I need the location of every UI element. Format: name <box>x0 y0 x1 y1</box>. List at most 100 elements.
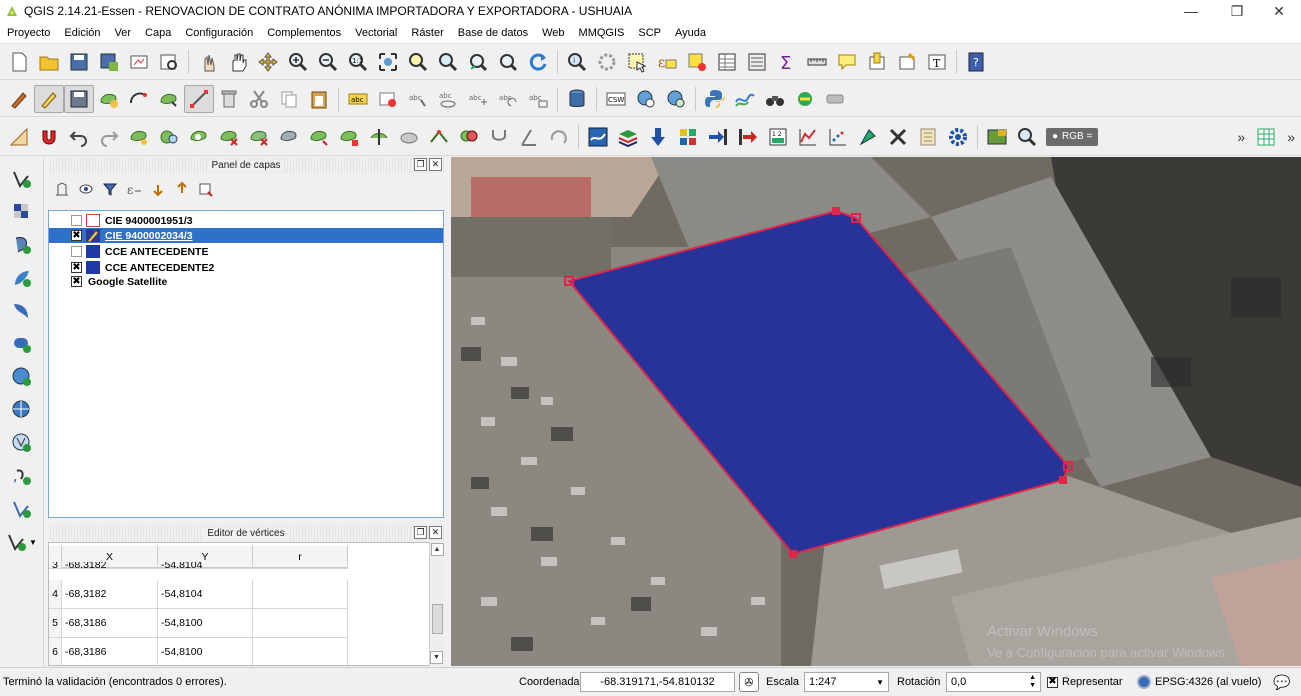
split-features-icon[interactable] <box>364 123 394 151</box>
highlight-pinned-labels-icon[interactable] <box>373 85 403 113</box>
filter-expression-icon[interactable]: ε <box>122 178 146 200</box>
close-panel-button[interactable]: ✕ <box>429 526 442 539</box>
redo-icon[interactable] <box>94 123 124 151</box>
cut-features-icon[interactable] <box>244 85 274 113</box>
crs-label[interactable]: EPSG:4326 (al vuelo) <box>1155 676 1261 688</box>
reshape-features-icon[interactable] <box>274 123 304 151</box>
touch-zoom-pan-icon[interactable] <box>193 48 223 76</box>
label-toolbar-icon[interactable]: abc <box>343 85 373 113</box>
scale-combo[interactable]: 1:247 ▼ <box>804 672 889 692</box>
add-mssql-layer-icon[interactable] <box>4 295 40 327</box>
zoom-in-icon[interactable] <box>283 48 313 76</box>
database-manager-icon[interactable] <box>562 85 592 113</box>
add-part-icon[interactable] <box>154 123 184 151</box>
layer-visibility-checkbox[interactable]: ✖ <box>71 230 82 241</box>
menu-edicion[interactable]: Edición <box>57 27 107 39</box>
semi-auto-classification-icon[interactable] <box>583 123 613 151</box>
filter-legend-icon[interactable] <box>98 178 122 200</box>
zoom-out-icon[interactable] <box>313 48 343 76</box>
map-canvas[interactable]: Activar Windows Ve a Configuración para … <box>451 157 1301 666</box>
menu-capa[interactable]: Capa <box>138 27 178 39</box>
zoom-to-selection-icon[interactable] <box>403 48 433 76</box>
cell-x[interactable]: -68,3186 <box>62 638 158 665</box>
node-tool-icon[interactable] <box>184 84 214 113</box>
refresh-icon[interactable] <box>523 48 553 76</box>
redo-arrow-icon[interactable] <box>544 123 574 151</box>
split-parts-icon[interactable] <box>424 123 454 151</box>
layer-item-cie-1951[interactable]: CIE 9400001951/3 <box>49 213 443 228</box>
select-by-expression-icon[interactable]: ε <box>652 48 682 76</box>
band-calc-icon[interactable]: 1 2 <box>763 123 793 151</box>
minimize-button[interactable]: — <box>1168 0 1214 22</box>
menu-proyecto[interactable]: Proyecto <box>0 27 57 39</box>
add-wms-layer-icon[interactable] <box>4 361 40 393</box>
visibility-eye-icon[interactable] <box>74 178 98 200</box>
zoom-full-icon[interactable] <box>373 48 403 76</box>
toggle-editing-icon[interactable] <box>34 84 64 113</box>
zoom-to-layer-icon[interactable] <box>433 48 463 76</box>
download-arrow-icon[interactable] <box>643 123 673 151</box>
add-ring-icon[interactable] <box>124 123 154 151</box>
spinner-arrows-icon[interactable]: ▲ ▼ <box>1029 674 1036 690</box>
layer-item-google-satellite[interactable]: ✖ Google Satellite <box>49 274 443 289</box>
spectral-plot-icon[interactable] <box>793 123 823 151</box>
current-edits-icon[interactable] <box>4 85 34 113</box>
coordinate-field[interactable]: -68.319171,-54.810132 <box>580 672 735 692</box>
bands-list-icon[interactable] <box>913 123 943 151</box>
open-project-icon[interactable] <box>34 48 64 76</box>
raster-display-icon[interactable] <box>982 123 1012 151</box>
move-label-icon[interactable]: abc <box>463 85 493 113</box>
map-tips-icon[interactable] <box>832 48 862 76</box>
help-icon[interactable]: ? <box>961 48 991 76</box>
add-delimited-text-icon[interactable]: , <box>4 460 40 492</box>
web-layer-search-icon[interactable] <box>631 85 661 113</box>
menu-vectorial[interactable]: Vectorial <box>348 27 404 39</box>
select-features-icon[interactable] <box>622 48 652 76</box>
cell-y[interactable]: -54,8100 <box>158 638 253 665</box>
rotate-label-icon[interactable]: abc <box>493 85 523 113</box>
menu-scp[interactable]: SCP <box>631 27 668 39</box>
plugin-gray-icon[interactable] <box>820 85 850 113</box>
cloud-shape-icon[interactable] <box>394 123 424 151</box>
menu-raster[interactable]: Ráster <box>404 27 450 39</box>
toolbar-overflow-icon[interactable]: » <box>1231 129 1251 145</box>
vertex-marker[interactable] <box>832 207 840 215</box>
merge-features-icon[interactable] <box>454 123 484 151</box>
undo-icon[interactable] <box>64 123 94 151</box>
table-row[interactable]: 3 -68,3182 -54,8104 <box>49 562 348 569</box>
add-postgis-layer-icon[interactable] <box>4 229 40 261</box>
attribute-table-icon[interactable] <box>712 48 742 76</box>
maximize-button[interactable]: ❐ <box>1214 0 1260 22</box>
scroll-down-icon[interactable]: ▼ <box>430 651 443 664</box>
rotate-point-symbols-icon[interactable] <box>514 123 544 151</box>
save-layer-edits-icon[interactable] <box>64 84 94 113</box>
float-panel-button[interactable]: ❐ <box>414 526 427 539</box>
layer-visibility-checkbox[interactable] <box>71 246 82 257</box>
layer-visibility-checkbox[interactable] <box>71 215 82 226</box>
pan-to-selection-icon[interactable] <box>253 48 283 76</box>
plugin-green-icon[interactable] <box>790 85 820 113</box>
scatter-plot-icon[interactable] <box>823 123 853 151</box>
add-virtual-layer-icon[interactable] <box>4 493 40 525</box>
statistics-sigma-icon[interactable]: Σ <box>772 48 802 76</box>
deselect-features-icon[interactable] <box>682 48 712 76</box>
cell-y[interactable]: -54,8100 <box>158 609 253 637</box>
fill-ring-icon[interactable] <box>184 123 214 151</box>
table-row[interactable]: 5 -68,3186 -54,8100 <box>49 609 348 638</box>
menu-complementos[interactable]: Complementos <box>260 27 348 39</box>
zoom-1-1-icon[interactable]: 1:1 <box>343 48 373 76</box>
georeferencer-icon[interactable] <box>730 85 760 113</box>
layer-visibility-checkbox[interactable]: ✖ <box>71 262 82 273</box>
tools-icon[interactable] <box>883 123 913 151</box>
menu-configuracion[interactable]: Configuración <box>178 27 260 39</box>
collapse-all-icon[interactable] <box>170 178 194 200</box>
rgb-combo[interactable]: ● RGB = <box>1046 127 1099 146</box>
menu-mmqgis[interactable]: MMQGIS <box>572 27 632 39</box>
magnet-icon[interactable] <box>34 123 64 151</box>
field-calculator-icon[interactable] <box>742 48 772 76</box>
move-feature-icon[interactable] <box>154 85 184 113</box>
menu-ayuda[interactable]: Ayuda <box>668 27 713 39</box>
text-annotation-icon[interactable]: T <box>922 48 952 76</box>
csw-icon[interactable]: CSW <box>601 85 631 113</box>
add-feature-icon[interactable] <box>94 85 124 113</box>
